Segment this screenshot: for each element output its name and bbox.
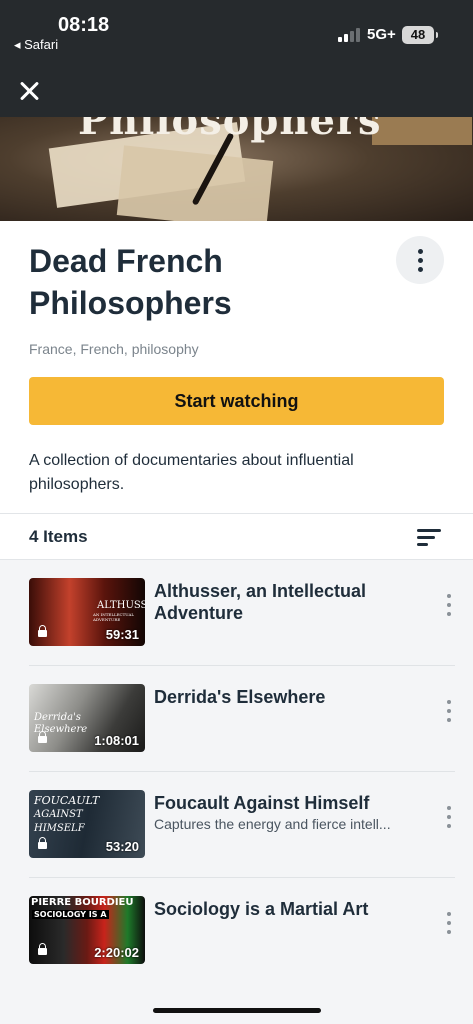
list-item[interactable]: PIERRE BOURDIEU SOCIOLOGY IS A 2:20:02 S… <box>0 878 473 984</box>
video-duration: 1:08:01 <box>94 733 139 748</box>
lock-icon <box>38 731 47 743</box>
network-type: 5G+ <box>367 26 396 43</box>
top-bar: 08:18 ◂ Safari 5G+ 48 <box>0 0 473 117</box>
video-duration: 59:31 <box>105 627 139 642</box>
items-count: 4 Items <box>29 527 88 546</box>
list-item[interactable]: ALTHUSSER AN INTELLECTUAL ADVENTURE 59:3… <box>0 560 473 666</box>
video-title: Derrida's Elsewhere <box>154 687 326 707</box>
status-time: 08:18 <box>58 14 110 36</box>
video-thumbnail: FOUCAULT AGAINST HIMSELF 53:20 <box>29 790 145 858</box>
collection-tags: France, French, philosophy <box>29 341 199 357</box>
lock-icon <box>38 625 47 637</box>
collection-title: Dead French Philosophers <box>29 243 232 321</box>
video-title: Sociology is a Martial Art <box>154 899 369 919</box>
video-description: Captures the energy and fierce intell... <box>154 816 391 832</box>
lock-icon <box>38 837 47 849</box>
video-duration: 53:20 <box>105 839 139 854</box>
video-thumbnail: ALTHUSSER AN INTELLECTUAL ADVENTURE 59:3… <box>29 578 145 646</box>
item-more-icon[interactable] <box>443 912 455 934</box>
sort-icon[interactable] <box>417 528 441 546</box>
list-item[interactable]: Derrida's Elsewhere 1:08:01 Derrida's El… <box>0 666 473 772</box>
dot <box>417 257 423 263</box>
collection-description: A collection of documentaries about infl… <box>29 452 354 493</box>
more-options-button[interactable] <box>396 236 444 284</box>
dot <box>417 266 423 272</box>
video-thumbnail: PIERRE BOURDIEU SOCIOLOGY IS A 2:20:02 <box>29 896 145 964</box>
items-header: 4 Items <box>0 513 473 560</box>
dot <box>417 248 423 254</box>
collection-hero-image: Philosophers <box>0 117 473 221</box>
item-more-icon[interactable] <box>443 806 455 828</box>
item-more-icon[interactable] <box>443 594 455 616</box>
back-to-app-link[interactable]: ◂ Safari <box>14 37 58 53</box>
home-indicator[interactable] <box>153 1008 321 1013</box>
signal-icon <box>338 28 360 42</box>
video-title: Althusser, an Intellectual Adventure <box>154 581 367 623</box>
video-title: Foucault Against Himself <box>154 793 370 813</box>
hero-banner-text: Philosophers <box>78 117 382 144</box>
start-watching-button[interactable]: Start watching <box>29 377 444 425</box>
item-more-icon[interactable] <box>443 700 455 722</box>
close-icon[interactable] <box>16 78 42 104</box>
list-item[interactable]: FOUCAULT AGAINST HIMSELF 53:20 Foucault … <box>0 772 473 878</box>
video-duration: 2:20:02 <box>94 945 139 960</box>
battery-icon: 48 <box>402 26 438 44</box>
lock-icon <box>38 943 47 955</box>
video-thumbnail: Derrida's Elsewhere 1:08:01 <box>29 684 145 752</box>
